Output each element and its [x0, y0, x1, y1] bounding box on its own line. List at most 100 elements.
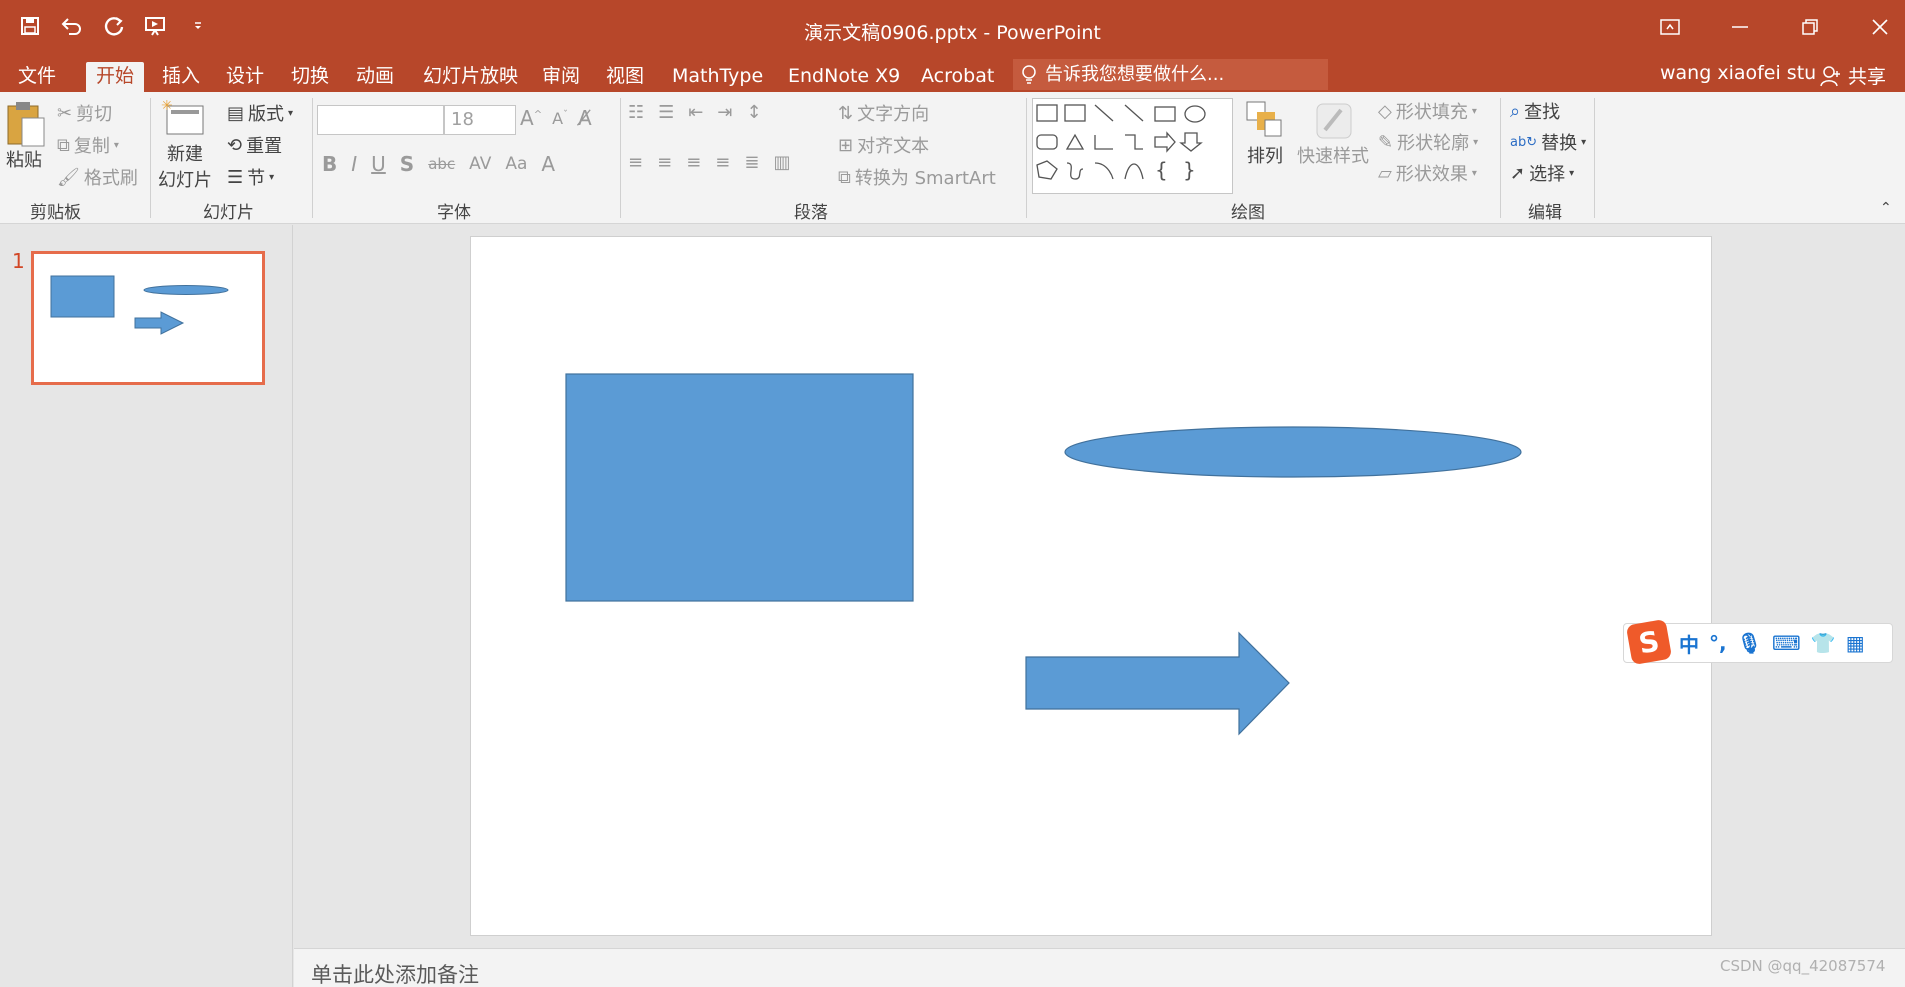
- smartart-button[interactable]: ⧉ 转换为 SmartArt: [838, 164, 996, 190]
- new-slide-button[interactable]: ✳ 新建 幻灯片: [158, 100, 212, 192]
- grow-font-icon[interactable]: A^: [520, 106, 542, 130]
- microphone-icon[interactable]: 🎙: [1737, 631, 1762, 655]
- sogou-logo-icon[interactable]: S: [1625, 618, 1673, 666]
- quick-styles-icon: [1316, 103, 1352, 139]
- align-right-icon[interactable]: ≡: [686, 152, 701, 173]
- divider: [1594, 98, 1595, 218]
- tab-file[interactable]: 文件: [8, 62, 66, 92]
- slides-group-label: 幻灯片: [203, 203, 254, 223]
- distributed-icon[interactable]: ≣: [744, 152, 759, 173]
- paint-bucket-icon: ◇: [1378, 100, 1392, 122]
- arrange-icon: [1246, 101, 1282, 137]
- italic-icon[interactable]: I: [351, 152, 357, 176]
- underline-icon[interactable]: U: [371, 152, 386, 176]
- tell-me-text: 告诉我您想要做什么...: [1045, 64, 1225, 85]
- close-icon[interactable]: [1865, 12, 1895, 42]
- tab-transitions[interactable]: 切换: [281, 62, 339, 92]
- shadow-icon[interactable]: S: [400, 152, 414, 176]
- paragraph-group-label: 段落: [794, 203, 828, 223]
- char-spacing-icon[interactable]: AV: [469, 154, 491, 174]
- window-controls: [1655, 12, 1895, 42]
- shape-fill-button[interactable]: ◇ 形状填充 ▾: [1378, 98, 1477, 124]
- shrink-font-icon[interactable]: Aˇ: [552, 109, 568, 128]
- select-label: 选择: [1529, 164, 1566, 185]
- ime-punctuation-toggle[interactable]: °,: [1709, 631, 1727, 655]
- decrease-indent-icon[interactable]: ⇤: [688, 102, 703, 123]
- section-icon: ☰: [227, 166, 244, 188]
- keyboard-icon[interactable]: ⌨: [1772, 631, 1801, 655]
- chevron-down-icon: ▾: [288, 107, 294, 119]
- reset-button[interactable]: ⟲ 重置: [227, 132, 282, 158]
- align-left-icon[interactable]: ≡: [628, 152, 643, 173]
- tab-home[interactable]: 开始: [86, 62, 145, 92]
- shape-effects-button[interactable]: ▱ 形状效果 ▾: [1378, 160, 1477, 186]
- chevron-down-icon: ▾: [113, 139, 119, 151]
- format-painter-button[interactable]: 🖌 格式刷: [57, 164, 138, 190]
- font-format-row: B I U S abc AV Aa A: [322, 152, 555, 176]
- tab-animations[interactable]: 动画: [346, 62, 404, 92]
- arrow-shape[interactable]: [1025, 631, 1290, 736]
- tab-acrobat[interactable]: Acrobat: [911, 62, 1004, 92]
- align-text-button[interactable]: ⊞ 对齐文本: [838, 132, 929, 158]
- text-direction-button[interactable]: ⇅ 文字方向: [838, 100, 929, 126]
- increase-indent-icon[interactable]: ⇥: [717, 102, 732, 123]
- copy-icon: ⧉: [57, 134, 70, 156]
- shapes-gallery[interactable]: {}: [1032, 98, 1233, 194]
- skin-icon[interactable]: 👕: [1811, 631, 1836, 655]
- tab-insert[interactable]: 插入: [152, 62, 210, 92]
- collapse-ribbon-icon[interactable]: ⌃: [1880, 200, 1892, 216]
- font-size-dropdown[interactable]: 18: [444, 105, 516, 135]
- copy-button[interactable]: ⧉ 复制 ▾: [57, 132, 119, 158]
- layout-button[interactable]: ▤ 版式 ▾: [227, 100, 293, 126]
- tab-slideshow[interactable]: 幻灯片放映: [413, 62, 528, 92]
- strikethrough-icon[interactable]: abc: [428, 155, 455, 173]
- columns-icon[interactable]: ▥: [773, 152, 790, 173]
- paste-button[interactable]: 粘贴: [6, 100, 48, 172]
- shape-outline-button[interactable]: ✎ 形状轮廓 ▾: [1378, 129, 1478, 155]
- cut-button[interactable]: ✂ 剪切: [57, 100, 112, 126]
- tab-design[interactable]: 设计: [216, 62, 274, 92]
- user-name[interactable]: wang xiaofei stu: [1660, 62, 1816, 84]
- replace-label: 替换: [1541, 133, 1578, 154]
- tab-endnote[interactable]: EndNote X9: [778, 62, 910, 92]
- ime-language-toggle[interactable]: 中: [1679, 629, 1699, 658]
- arrange-button[interactable]: 排列: [1245, 100, 1285, 168]
- align-center-icon[interactable]: ≡: [657, 152, 672, 173]
- divider: [1026, 98, 1027, 218]
- rectangle-shape[interactable]: [565, 373, 914, 602]
- share-button[interactable]: 共享: [1820, 62, 1886, 89]
- restore-icon[interactable]: [1795, 12, 1825, 42]
- chevron-down-icon: ▾: [1569, 167, 1575, 179]
- arrange-label: 排列: [1247, 146, 1283, 167]
- tab-view[interactable]: 视图: [596, 62, 654, 92]
- chevron-down-icon: ▾: [269, 171, 275, 183]
- layout-icon: ▤: [227, 102, 245, 124]
- line-spacing-icon[interactable]: ↕: [746, 102, 761, 123]
- numbering-icon[interactable]: ☰: [658, 102, 674, 123]
- slide-canvas[interactable]: [470, 236, 1712, 936]
- toolbox-icon[interactable]: ▦: [1846, 631, 1865, 655]
- chevron-down-icon: ▾: [1471, 105, 1477, 117]
- tab-review[interactable]: 审阅: [532, 62, 590, 92]
- replace-button[interactable]: ab↻ 替换 ▾: [1510, 129, 1586, 155]
- notes-placeholder: 单击此处添加备注: [311, 963, 479, 987]
- tab-mathtype[interactable]: MathType: [662, 62, 773, 92]
- slide-thumbnail[interactable]: [31, 251, 265, 385]
- quick-styles-button[interactable]: 快速样式: [1297, 100, 1369, 168]
- tell-me-search[interactable]: 告诉我您想要做什么...: [1013, 59, 1328, 90]
- select-button[interactable]: ➚ 选择 ▾: [1510, 160, 1574, 186]
- minimize-icon[interactable]: [1725, 12, 1755, 42]
- font-name-dropdown[interactable]: [317, 105, 444, 135]
- title-bar: 演示文稿0906.pptx - PowerPoint: [0, 0, 1905, 58]
- justify-icon[interactable]: ≡: [715, 152, 730, 173]
- find-button[interactable]: ⌕ 查找: [1510, 98, 1560, 124]
- change-case-icon[interactable]: Aa: [505, 154, 527, 174]
- clear-format-icon[interactable]: A̸: [578, 106, 592, 130]
- notes-pane[interactable]: 单击此处添加备注: [294, 948, 1905, 987]
- bullets-icon[interactable]: ☷: [628, 102, 644, 123]
- ribbon-display-icon[interactable]: [1655, 12, 1685, 42]
- ellipse-shape[interactable]: [1064, 426, 1522, 478]
- bold-icon[interactable]: B: [322, 152, 337, 176]
- section-button[interactable]: ☰ 节 ▾: [227, 164, 274, 190]
- font-color-icon[interactable]: A: [541, 152, 555, 176]
